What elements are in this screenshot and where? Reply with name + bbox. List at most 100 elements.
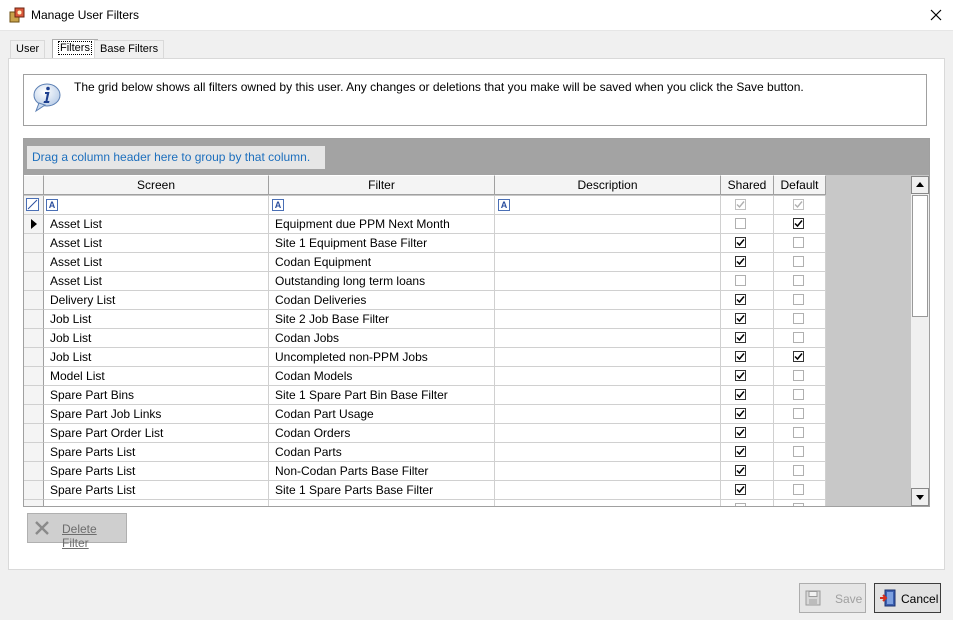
default-checkbox[interactable]: [793, 237, 804, 248]
shared-checkbox[interactable]: [735, 427, 746, 438]
cell-filter[interactable]: [269, 500, 495, 506]
cell-description[interactable]: [495, 462, 721, 481]
cell-screen[interactable]: Spare Part Order List: [44, 424, 269, 443]
default-checkbox[interactable]: [793, 370, 804, 381]
default-checkbox[interactable]: [793, 503, 804, 506]
cancel-button[interactable]: Cancel: [874, 583, 941, 613]
default-checkbox[interactable]: [793, 275, 804, 286]
row-selector[interactable]: [24, 215, 44, 234]
filter-cell-screen[interactable]: A: [44, 196, 269, 215]
tab-filters[interactable]: Filters: [52, 39, 98, 59]
cell-screen[interactable]: Asset List: [44, 272, 269, 291]
shared-checkbox[interactable]: [735, 446, 746, 457]
row-selector[interactable]: [24, 291, 44, 310]
cell-description[interactable]: [495, 481, 721, 500]
cell-screen[interactable]: Asset List: [44, 215, 269, 234]
cell-description[interactable]: [495, 367, 721, 386]
column-header-filter[interactable]: Filter: [269, 175, 495, 195]
shared-checkbox[interactable]: [735, 256, 746, 267]
cell-filter[interactable]: Codan Jobs: [269, 329, 495, 348]
row-selector[interactable]: [24, 272, 44, 291]
column-header-shared[interactable]: Shared: [721, 175, 774, 195]
cell-description[interactable]: [495, 329, 721, 348]
cell-description[interactable]: [495, 405, 721, 424]
cell-screen[interactable]: Spare Parts List: [44, 481, 269, 500]
cell-screen[interactable]: Asset List: [44, 253, 269, 272]
cell-filter[interactable]: Codan Parts: [269, 443, 495, 462]
cell-filter[interactable]: Site 1 Equipment Base Filter: [269, 234, 495, 253]
shared-checkbox[interactable]: [735, 275, 746, 286]
scroll-up-icon[interactable]: [911, 176, 929, 194]
row-selector[interactable]: [24, 253, 44, 272]
cell-description[interactable]: [495, 310, 721, 329]
cell-filter[interactable]: Site 2 Job Base Filter: [269, 310, 495, 329]
cell-filter[interactable]: Outstanding long term loans: [269, 272, 495, 291]
cell-description[interactable]: [495, 291, 721, 310]
cell-filter[interactable]: Codan Equipment: [269, 253, 495, 272]
default-checkbox[interactable]: [793, 313, 804, 324]
cell-screen[interactable]: Spare Parts List: [44, 443, 269, 462]
cell-screen[interactable]: Job List: [44, 348, 269, 367]
cell-filter[interactable]: Uncompleted non-PPM Jobs: [269, 348, 495, 367]
row-selector[interactable]: [24, 386, 44, 405]
default-checkbox[interactable]: [793, 408, 804, 419]
shared-checkbox[interactable]: [735, 370, 746, 381]
filter-cell-description[interactable]: A: [495, 196, 721, 215]
column-header-description[interactable]: Description: [495, 175, 721, 195]
default-checkbox[interactable]: [793, 446, 804, 457]
delete-filter-button[interactable]: Delete Filter: [27, 513, 127, 550]
shared-checkbox[interactable]: [735, 408, 746, 419]
cell-screen[interactable]: Asset List: [44, 234, 269, 253]
cell-screen[interactable]: [44, 500, 269, 506]
cell-filter[interactable]: Non-Codan Parts Base Filter: [269, 462, 495, 481]
default-checkbox[interactable]: [793, 332, 804, 343]
cell-description[interactable]: [495, 424, 721, 443]
shared-checkbox[interactable]: [735, 351, 746, 362]
default-checkbox[interactable]: [793, 389, 804, 400]
shared-checkbox[interactable]: [735, 389, 746, 400]
shared-checkbox[interactable]: [735, 503, 746, 506]
tab-user[interactable]: User: [10, 40, 46, 58]
cell-filter[interactable]: Site 1 Spare Part Bin Base Filter: [269, 386, 495, 405]
tab-base-filters[interactable]: Base Filters: [94, 40, 165, 58]
default-checkbox[interactable]: [793, 484, 804, 495]
default-checkbox[interactable]: [793, 294, 804, 305]
cell-description[interactable]: [495, 253, 721, 272]
shared-checkbox[interactable]: [735, 332, 746, 343]
default-checkbox[interactable]: [793, 465, 804, 476]
filter-cell-shared[interactable]: [721, 196, 774, 215]
cell-filter[interactable]: Codan Orders: [269, 424, 495, 443]
shared-checkbox[interactable]: [735, 465, 746, 476]
cell-description[interactable]: [495, 234, 721, 253]
row-selector[interactable]: [24, 234, 44, 253]
row-selector[interactable]: [24, 367, 44, 386]
filter-operator-icon[interactable]: A: [498, 199, 510, 211]
row-selector[interactable]: [24, 405, 44, 424]
shared-checkbox[interactable]: [735, 313, 746, 324]
vertical-scrollbar[interactable]: [911, 176, 929, 506]
cell-screen[interactable]: Job List: [44, 329, 269, 348]
cell-screen[interactable]: Spare Part Job Links: [44, 405, 269, 424]
row-selector[interactable]: [24, 310, 44, 329]
default-checkbox[interactable]: [793, 351, 804, 362]
filter-operator-icon[interactable]: A: [272, 199, 284, 211]
cell-filter[interactable]: Equipment due PPM Next Month: [269, 215, 495, 234]
filter-row-selector[interactable]: [24, 196, 44, 215]
cell-description[interactable]: [495, 443, 721, 462]
cell-filter[interactable]: Codan Part Usage: [269, 405, 495, 424]
cell-filter[interactable]: Codan Models: [269, 367, 495, 386]
row-selector[interactable]: [24, 329, 44, 348]
shared-checkbox[interactable]: [735, 237, 746, 248]
row-selector[interactable]: [24, 424, 44, 443]
cell-description[interactable]: [495, 272, 721, 291]
filter-cell-filter[interactable]: A: [269, 196, 495, 215]
cell-screen[interactable]: Spare Part Bins: [44, 386, 269, 405]
cell-screen[interactable]: Job List: [44, 310, 269, 329]
filter-checkbox[interactable]: [793, 199, 804, 210]
filter-operator-icon[interactable]: A: [46, 199, 58, 211]
cell-filter[interactable]: Site 1 Spare Parts Base Filter: [269, 481, 495, 500]
row-selector[interactable]: [24, 481, 44, 500]
cell-description[interactable]: [495, 386, 721, 405]
cell-screen[interactable]: Spare Parts List: [44, 462, 269, 481]
shared-checkbox[interactable]: [735, 218, 746, 229]
